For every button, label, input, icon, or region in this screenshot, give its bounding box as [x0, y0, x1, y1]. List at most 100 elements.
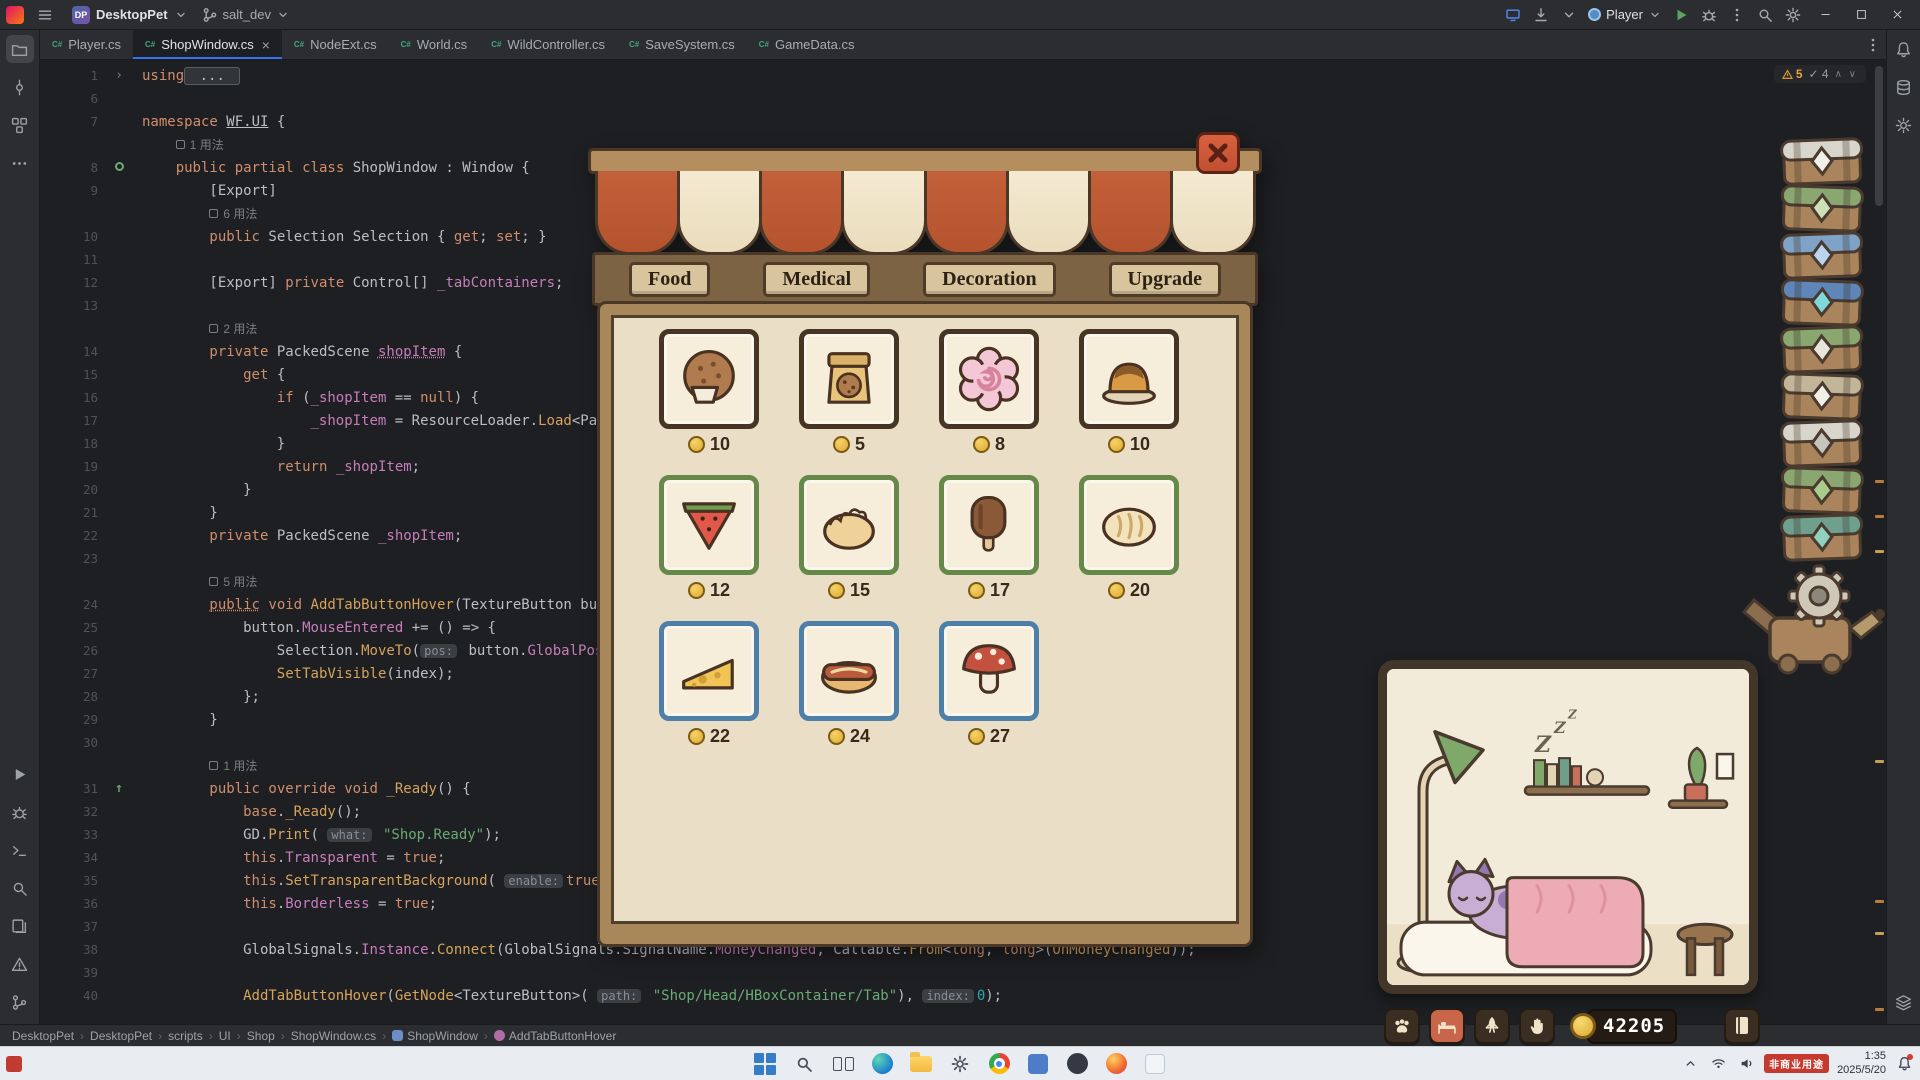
minimize-button[interactable]	[1808, 2, 1842, 28]
files-icon[interactable]	[6, 912, 34, 940]
popsicle-icon	[939, 475, 1039, 575]
shop-tab-food[interactable]: Food	[629, 261, 711, 297]
taskbar-app-windows[interactable]	[752, 1051, 778, 1077]
taskbar-app-task-view[interactable]	[830, 1051, 856, 1077]
next-prev-problem-icons[interactable]: ∧ ∨	[1835, 69, 1858, 80]
search-icon[interactable]	[6, 874, 34, 902]
more-icon[interactable]	[6, 149, 34, 177]
device-sync-icon[interactable]	[1500, 3, 1526, 27]
code-vision-hint[interactable]: 2 用法	[209, 320, 257, 337]
taskbar-app-settings[interactable]	[947, 1051, 973, 1077]
taskbar-app-search[interactable]	[791, 1051, 817, 1077]
notifications-icon[interactable]	[1894, 1052, 1914, 1076]
shop-item-hotdog[interactable]: 24	[799, 621, 899, 747]
debug-button[interactable]	[1696, 3, 1722, 27]
main-menu-icon[interactable]	[32, 3, 58, 27]
bell-icon[interactable]	[1890, 35, 1918, 63]
editor-tab[interactable]: C# WildController.cs	[479, 30, 617, 59]
shop-item-bread[interactable]: 20	[1079, 475, 1179, 601]
problems-icon[interactable]	[6, 950, 34, 978]
taskbar-app-app-light[interactable]	[1142, 1051, 1168, 1077]
shop-item-dumpling[interactable]: 15	[799, 475, 899, 601]
breadcrumb-item[interactable]: DesktopPet	[10, 1029, 76, 1043]
breadcrumb-item[interactable]: ShopWindow.cs	[289, 1029, 378, 1043]
shop-item-rice-ball[interactable]: 10	[659, 329, 759, 455]
structure-icon[interactable]	[6, 111, 34, 139]
gear-icon[interactable]	[1890, 111, 1918, 139]
more-actions-icon[interactable]	[1724, 3, 1750, 27]
taskbar-app-app-blue[interactable]	[1025, 1051, 1051, 1077]
run-button[interactable]	[1668, 3, 1694, 27]
taskbar-app-app-dark[interactable]	[1064, 1051, 1090, 1077]
shop-item-pudding[interactable]: 10	[1079, 329, 1179, 455]
editor-tab[interactable]: C# SaveSystem.cs	[617, 30, 747, 59]
terminal-icon[interactable]	[6, 836, 34, 864]
breadcrumb-item[interactable]: AddTabButtonHover	[492, 1029, 618, 1043]
pet-tool-paw[interactable]	[1384, 1008, 1420, 1044]
maximize-button[interactable]	[1844, 2, 1878, 28]
pet-tool-rocket[interactable]	[1474, 1008, 1510, 1044]
shop-item-popsicle[interactable]: 17	[939, 475, 1039, 601]
editor-tab[interactable]: C# Player.cs	[40, 30, 133, 59]
taskbar-app-edge[interactable]	[869, 1051, 895, 1077]
run-config-selector[interactable]: Player	[1584, 1, 1666, 29]
play-icon[interactable]	[6, 760, 34, 788]
breadcrumb-item[interactable]: scripts	[166, 1029, 205, 1043]
code-vision-hint[interactable]: 5 用法	[209, 573, 257, 590]
tab-options-icon[interactable]	[1860, 33, 1886, 57]
taskbar-clock[interactable]: 1:35 2025/5/20	[1837, 1050, 1886, 1078]
shop-tab-decoration[interactable]: Decoration	[923, 261, 1056, 297]
pet-tool-bed[interactable]	[1429, 1008, 1465, 1044]
breadcrumb-item[interactable]: ShopWindow	[390, 1029, 480, 1043]
scrollbar-thumb[interactable]	[1875, 66, 1883, 206]
shop-item-watermelon[interactable]: 12	[659, 475, 759, 601]
editor-tab[interactable]: C# World.cs	[389, 30, 480, 59]
inspections-widget[interactable]: 5 ✓ 4 ∧ ∨	[1773, 65, 1866, 83]
taskbar-app-explorer[interactable]	[908, 1051, 934, 1077]
close-tab-icon[interactable]: ×	[262, 37, 270, 53]
taskbar-app-chrome[interactable]	[986, 1051, 1012, 1077]
gear-contraption[interactable]	[1740, 556, 1892, 676]
shop-item-cheese[interactable]: 22	[659, 621, 759, 747]
breadcrumb-item[interactable]: Shop	[245, 1029, 277, 1043]
shop-item-candy-swirl[interactable]: 8	[939, 329, 1039, 455]
project-icon[interactable]	[5, 35, 34, 63]
chevron-down-icon[interactable]	[1556, 3, 1582, 27]
shop-tab-medical[interactable]: Medical	[763, 261, 871, 297]
tray-expand-icon[interactable]	[1680, 1052, 1700, 1076]
database-icon[interactable]	[1890, 73, 1918, 101]
pet-tool-hand[interactable]	[1519, 1008, 1555, 1044]
commit-icon[interactable]	[6, 73, 34, 101]
shop-item-mushroom[interactable]: 27	[939, 621, 1039, 747]
project-selector[interactable]: DP DesktopPet	[66, 1, 194, 29]
taskbar-app-firefox[interactable]	[1103, 1051, 1129, 1077]
branch-selector[interactable]: salt_dev	[202, 3, 290, 27]
pet-tool-book[interactable]	[1724, 1008, 1760, 1044]
code-line[interactable]: 1 › using ...	[40, 64, 1886, 87]
code-line[interactable]: 6	[40, 87, 1886, 110]
code-line[interactable]: 7 namespace WF.UI {	[40, 110, 1886, 133]
shop-item-cookie-bag[interactable]: 5	[799, 329, 899, 455]
volume-icon[interactable]	[1736, 1052, 1756, 1076]
vcs-update-icon[interactable]	[1528, 3, 1554, 27]
code-vision-hint[interactable]: 6 用法	[209, 205, 257, 222]
watermark-badge: 非商业用途	[1764, 1054, 1830, 1073]
network-icon[interactable]	[1708, 1052, 1728, 1076]
settings-icon[interactable]	[1780, 3, 1806, 27]
editor-scrollbar[interactable]	[1872, 60, 1886, 1024]
code-vision-hint[interactable]: 1 用法	[209, 757, 257, 774]
close-button[interactable]	[1880, 2, 1914, 28]
editor-tab[interactable]: C# ShopWindow.cs ×	[132, 30, 282, 59]
editor-tab[interactable]: C# NodeExt.cs	[282, 30, 389, 59]
breadcrumb-item[interactable]: DesktopPet	[88, 1029, 154, 1043]
editor-tab[interactable]: C# GameData.cs	[747, 30, 867, 59]
debug-icon[interactable]	[6, 798, 34, 826]
shop-tab-upgrade[interactable]: Upgrade	[1108, 261, 1221, 297]
branch-icon[interactable]	[6, 988, 34, 1016]
layers-icon[interactable]	[1890, 988, 1918, 1016]
shop-close-button[interactable]	[1196, 132, 1240, 174]
breadcrumb-item[interactable]: UI	[217, 1029, 233, 1043]
search-everywhere-icon[interactable]	[1752, 3, 1778, 27]
code-vision-hint[interactable]: 1 用法	[175, 136, 224, 153]
taskbar-corner-app[interactable]	[6, 1056, 22, 1072]
